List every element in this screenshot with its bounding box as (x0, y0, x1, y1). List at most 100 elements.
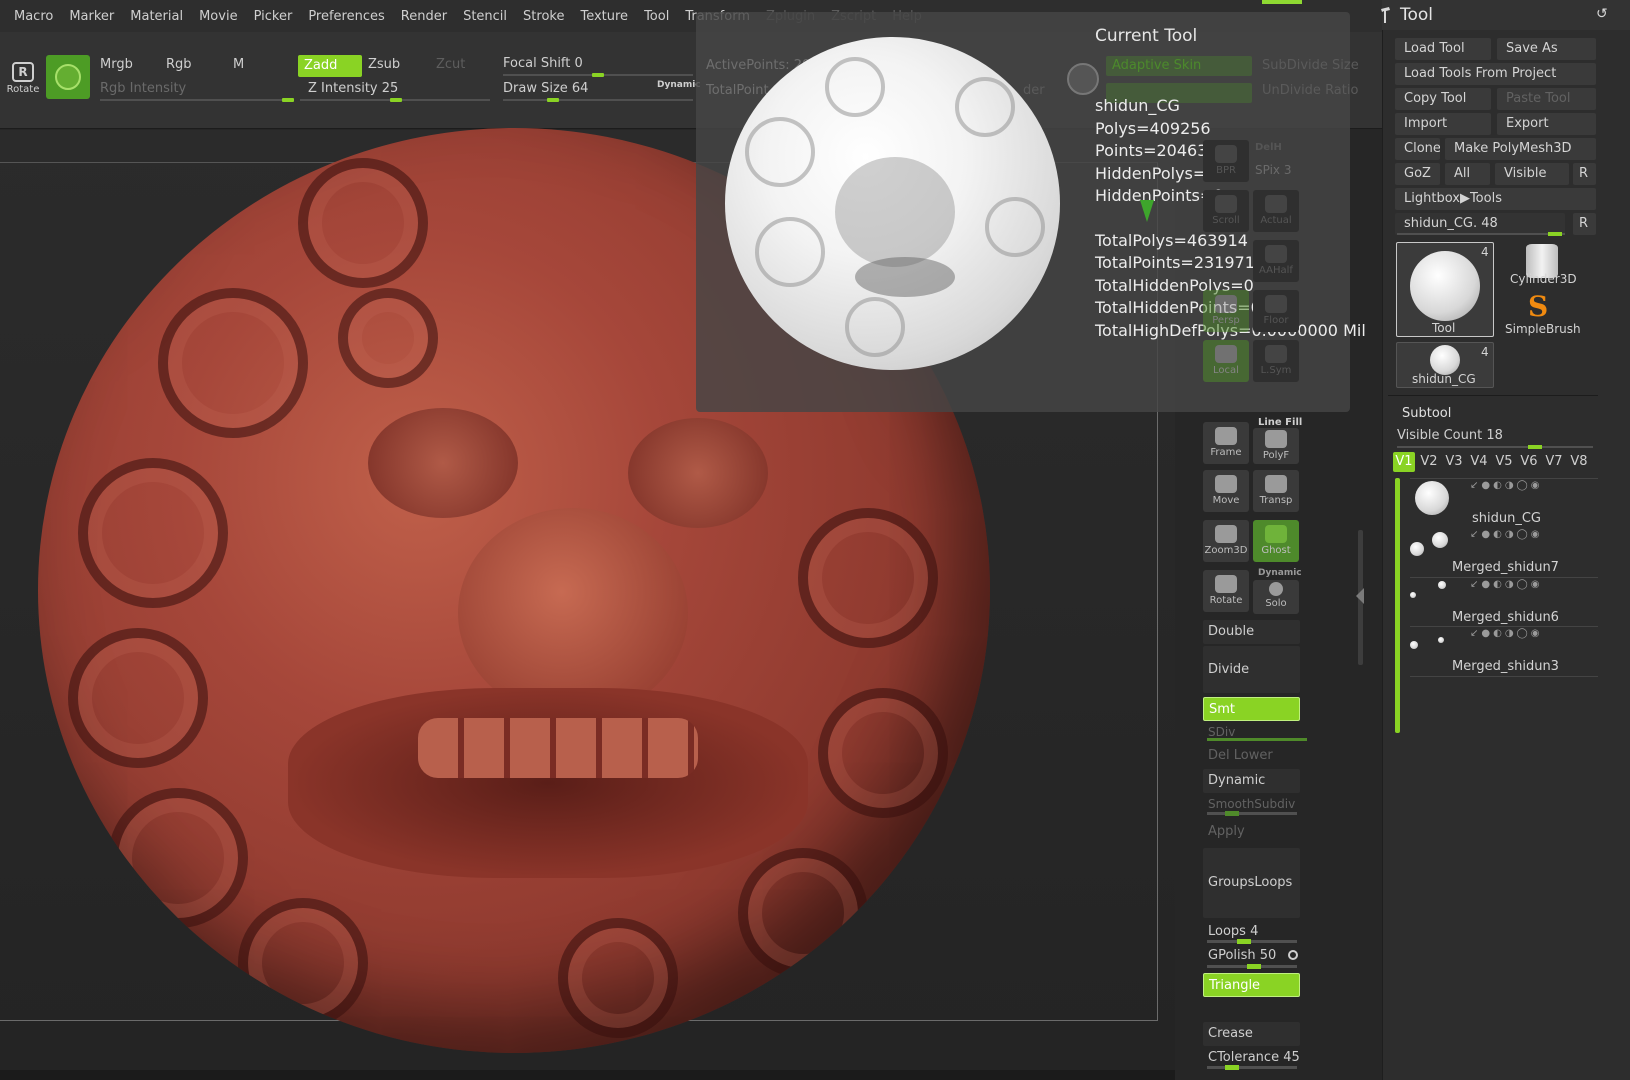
rotate-view-button[interactable]: Rotate (1203, 570, 1249, 612)
current-tool-slider[interactable]: shidun_CG. 48 (1395, 213, 1565, 235)
visible-count-slider[interactable]: Visible Count 18 (1397, 428, 1503, 443)
scroll-button[interactable]: Scroll (1203, 190, 1249, 232)
move-button[interactable]: Move (1203, 470, 1249, 512)
subtool-item-merged-shidun7[interactable]: ↙●◐◑◯◉ Merged_shidun7 (1410, 528, 1598, 577)
focal-shift-slider[interactable]: Focal Shift 0 (503, 56, 583, 71)
make-polymesh3d-button[interactable]: Make PolyMesh3D (1445, 138, 1596, 160)
clone-button[interactable]: Clone (1395, 138, 1440, 160)
menu-material[interactable]: Material (122, 9, 191, 24)
goz-all-button[interactable]: All (1445, 163, 1490, 185)
ghost-button[interactable]: Ghost (1253, 520, 1299, 562)
simplebrush-icon[interactable]: S (1528, 290, 1548, 323)
lsym-button[interactable]: L.Sym (1253, 340, 1299, 382)
aahalf-button[interactable]: AAHalf (1253, 240, 1299, 282)
subtool-tab-v6[interactable]: V6 (1518, 452, 1540, 472)
subtool-item-merged-shidun6[interactable]: ↙●◐◑◯◉ Merged_shidun6 (1410, 577, 1598, 626)
actual-button[interactable]: Actual (1253, 190, 1299, 232)
rgb-button[interactable]: Rgb (166, 57, 192, 72)
subtool-tab-v1[interactable]: V1 (1393, 452, 1415, 472)
subtool-item-shidun-cg[interactable]: ↙●◐◑◯◉ shidun_CG (1410, 478, 1598, 527)
gpolish-circle-icon[interactable] (1288, 950, 1298, 960)
menu-movie[interactable]: Movie (191, 9, 245, 24)
subtool-scrollbar[interactable] (1395, 478, 1400, 733)
copy-tool-button[interactable]: Copy Tool (1395, 88, 1491, 110)
menu-texture[interactable]: Texture (572, 9, 636, 24)
frame-button[interactable]: Frame (1203, 422, 1249, 464)
load-tool-button[interactable]: Load Tool (1395, 38, 1491, 60)
subtool-visibility-icons[interactable]: ↙●◐◑◯◉ (1470, 579, 1542, 590)
rgb-intensity-slider[interactable]: Rgb Intensity (100, 81, 186, 96)
visible-count-knob[interactable] (1528, 445, 1542, 449)
polyf-button[interactable]: PolyF (1253, 428, 1299, 464)
zcut-button[interactable]: Zcut (436, 57, 465, 72)
floor-button[interactable]: Floor (1253, 290, 1299, 332)
spix-slider[interactable]: SPix 3 (1255, 163, 1291, 177)
apply-button[interactable]: Apply (1203, 820, 1300, 844)
local-button[interactable]: Local (1203, 340, 1249, 382)
crease-button[interactable]: Crease (1203, 1022, 1300, 1046)
z-intensity-knob[interactable] (390, 98, 402, 102)
dynamic-subdiv-button[interactable]: Dynamic (1203, 769, 1300, 793)
double-button[interactable]: Double (1203, 620, 1300, 644)
zadd-button[interactable]: Zadd (298, 55, 362, 77)
subtool-title[interactable]: Subtool (1402, 406, 1451, 421)
save-as-button[interactable]: Save As (1497, 38, 1596, 60)
smt-toggle[interactable]: Smt (1203, 697, 1300, 721)
paste-tool-button[interactable]: Paste Tool (1497, 88, 1596, 110)
subtool-visibility-icons[interactable]: ↙●◐◑◯◉ (1470, 480, 1542, 491)
goz-visible-button[interactable]: Visible (1495, 163, 1569, 185)
triangle-toggle[interactable]: Triangle (1203, 973, 1300, 997)
goz-button[interactable]: GoZ (1395, 163, 1440, 185)
solo-button[interactable]: Solo (1253, 580, 1299, 614)
cylinder3d-label[interactable]: Cylinder3D (1510, 272, 1577, 286)
collapse-arrow-icon[interactable] (1356, 588, 1364, 604)
goz-r-button[interactable]: R (1573, 163, 1596, 185)
subtool-tab-v2[interactable]: V2 (1418, 452, 1440, 472)
import-button[interactable]: Import (1395, 113, 1491, 135)
divide-button[interactable]: Divide (1203, 646, 1300, 693)
bpr-button[interactable]: BPR (1203, 140, 1249, 182)
menu-preferences[interactable]: Preferences (300, 9, 392, 24)
subtool-item-merged-shidun3[interactable]: ↙●◐◑◯◉ Merged_shidun3 (1410, 626, 1598, 675)
mrgb-button[interactable]: Mrgb (100, 57, 133, 72)
rotate-tool-button[interactable]: R Rotate (6, 62, 40, 98)
menu-stroke[interactable]: Stroke (515, 9, 572, 24)
persp-button[interactable]: Persp (1203, 290, 1249, 332)
simplebrush-label[interactable]: SimpleBrush (1505, 322, 1581, 336)
current-tool-slider-knob[interactable] (1548, 232, 1562, 236)
focal-shift-knob[interactable] (592, 73, 604, 77)
subtool-visibility-icons[interactable]: ↙●◐◑◯◉ (1470, 628, 1542, 639)
export-button[interactable]: Export (1497, 113, 1596, 135)
draw-size-knob[interactable] (547, 98, 559, 102)
draw-size-dynamic-toggle[interactable]: Dynamic (657, 80, 701, 90)
material-swatch[interactable] (46, 55, 90, 99)
ctolerance-knob[interactable] (1225, 1065, 1239, 1070)
m-button[interactable]: M (233, 57, 244, 72)
subtool-tab-v5[interactable]: V5 (1493, 452, 1515, 472)
draw-size-slider[interactable]: Draw Size 64 (503, 81, 588, 96)
transp-button[interactable]: Transp (1253, 470, 1299, 512)
menu-stencil[interactable]: Stencil (455, 9, 515, 24)
gpolish-knob[interactable] (1247, 964, 1261, 969)
tool-r-button[interactable]: R (1573, 213, 1596, 235)
menu-macro[interactable]: Macro (6, 9, 61, 24)
menu-tool[interactable]: Tool (636, 9, 677, 24)
menu-marker[interactable]: Marker (61, 9, 122, 24)
zoom3d-button[interactable]: Zoom3D (1203, 520, 1249, 562)
menu-render[interactable]: Render (393, 9, 455, 24)
smooth-subdiv-knob[interactable] (1225, 811, 1239, 816)
zsub-button[interactable]: Zsub (368, 57, 400, 72)
rgb-intensity-knob[interactable] (282, 98, 294, 102)
lightbox-tools-button[interactable]: Lightbox▶Tools (1395, 188, 1596, 210)
groups-loops-button[interactable]: GroupsLoops (1203, 848, 1300, 918)
menu-picker[interactable]: Picker (246, 9, 301, 24)
reset-icon[interactable]: ↺ (1596, 6, 1608, 22)
subtool-tab-v7[interactable]: V7 (1543, 452, 1565, 472)
subtool-tab-v3[interactable]: V3 (1443, 452, 1465, 472)
load-tools-from-project-button[interactable]: Load Tools From Project (1395, 63, 1596, 85)
z-intensity-slider[interactable]: Z Intensity 25 (308, 81, 398, 96)
del-lower-button[interactable]: Del Lower (1203, 744, 1300, 768)
subtool-tab-v8[interactable]: V8 (1568, 452, 1590, 472)
subtool-tab-v4[interactable]: V4 (1468, 452, 1490, 472)
subtool-visibility-icons[interactable]: ↙●◐◑◯◉ (1470, 529, 1542, 540)
